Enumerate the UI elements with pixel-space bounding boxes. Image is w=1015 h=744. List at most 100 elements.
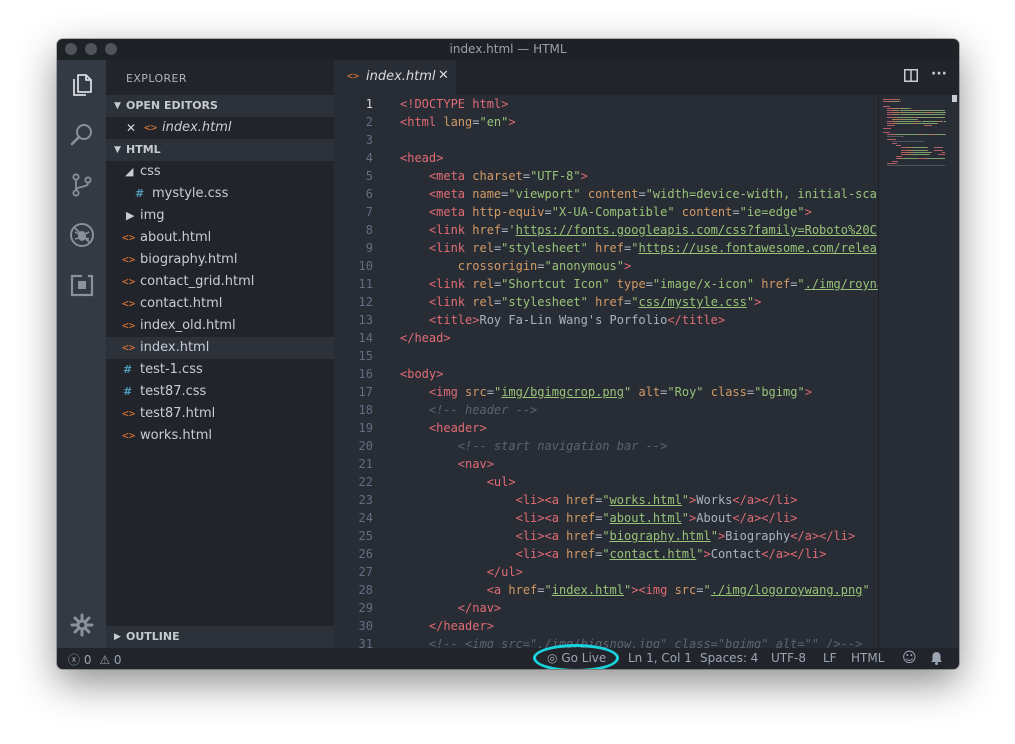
tree-item-test87-html[interactable]: <> test87.html (106, 403, 334, 425)
tree-folder-img[interactable]: ▶ img (106, 205, 334, 227)
code-token: content (580, 187, 639, 201)
code-token: </nav> (457, 601, 502, 615)
cursor-position[interactable]: Ln 1, Col 1 (628, 651, 692, 665)
minimap-line (887, 162, 898, 164)
split-editor-icon[interactable] (904, 69, 918, 86)
editor-scrollbar[interactable] (951, 95, 959, 648)
code-token: charset (465, 169, 523, 183)
code-line: <!-- header --> (400, 401, 878, 419)
code-line: <title>Roy Fa-Lin Wang's Porfolio</title… (400, 311, 878, 329)
scrollbar-thumb[interactable] (952, 95, 957, 102)
folder-header-html[interactable]: ▼ HTML (106, 139, 334, 161)
html-file-icon: <> (122, 253, 136, 266)
code-token: "Shortcut Icon" (501, 277, 610, 291)
code-token: <meta (428, 169, 466, 183)
code-token: </header> (428, 619, 494, 633)
line-number: 27 (358, 565, 373, 579)
code-token: = (696, 583, 704, 597)
source-control-icon[interactable] (69, 172, 95, 198)
extensions-icon[interactable] (69, 272, 95, 298)
code-line: <html lang="en"> (400, 113, 878, 131)
code-line: </header> (400, 617, 878, 635)
code-token: alt (631, 385, 661, 399)
code-token: href (754, 277, 791, 291)
tree-item-index-old-html[interactable]: <> index_old.html (106, 315, 334, 337)
tree-item-contact-grid-html[interactable]: <> contact_grid.html (106, 271, 334, 293)
minimap-line (892, 107, 902, 109)
code-token: img/bgimgcrop.png (501, 385, 625, 399)
files-icon[interactable] (69, 72, 95, 98)
line-number: 29 (358, 601, 373, 615)
minimap-line (934, 112, 945, 114)
debug-icon[interactable] (69, 222, 95, 248)
code-token: = (645, 277, 653, 291)
code-token: <meta (428, 187, 466, 201)
code-token: " (602, 529, 610, 543)
code-token: "ie=edge" (739, 205, 805, 219)
tab-index-html[interactable]: <> index.html ✕ (334, 60, 456, 95)
encoding-setting[interactable]: UTF-8 (771, 651, 806, 665)
editor-tab-bar: <> index.html ✕ ··· (334, 60, 959, 95)
open-editors-header[interactable]: ▼ OPEN EDITORS (106, 95, 334, 117)
open-editor-item[interactable]: ✕ <> index.html (106, 117, 334, 139)
line-number: 6 (365, 187, 373, 201)
tree-item-test87-css[interactable]: # test87.css (106, 381, 334, 403)
html-file-icon: <> (122, 341, 136, 354)
code-token: "Roy" (667, 385, 704, 399)
tree-item-works-html[interactable]: <> works.html (106, 425, 334, 447)
code-token: biography.html (609, 529, 711, 543)
tree-item-test-1-css[interactable]: # test-1.css (106, 359, 334, 381)
tree-item-label: works.html (140, 428, 212, 443)
code-token: </a></li> (761, 547, 827, 561)
indentation-setting[interactable]: Spaces: 4 (700, 651, 758, 665)
code-token: " (602, 493, 610, 507)
language-mode[interactable]: HTML (851, 651, 884, 665)
search-icon[interactable] (69, 122, 95, 148)
minimap[interactable] (878, 95, 952, 648)
tree-item-mystyle-css[interactable]: # mystyle.css (106, 183, 334, 205)
tree-item-about-html[interactable]: <> about.html (106, 227, 334, 249)
notifications-bell-icon[interactable] (930, 651, 943, 668)
code-token: rel (465, 277, 494, 291)
gear-icon[interactable] (69, 612, 95, 638)
code-line: crossorigin="anonymous"> (400, 257, 878, 275)
minimap-line (898, 134, 918, 136)
close-icon[interactable]: ✕ (126, 117, 136, 139)
problems-indicator[interactable]: ⓧ 0 ⚠ 0 (68, 651, 122, 668)
code-token: content (674, 205, 733, 219)
code-token: Roy Fa-Lin Wang's Porfolio (479, 313, 668, 327)
tree-item-label: test87.css (140, 384, 207, 399)
code-token: <img (428, 385, 458, 399)
close-icon[interactable]: ✕ (438, 68, 449, 83)
outline-header[interactable]: ▶ OUTLINE (106, 626, 334, 648)
chevron-down-icon: ◢ (125, 165, 134, 178)
more-actions-icon[interactable]: ··· (931, 66, 947, 82)
go-live-button[interactable]: ◎ Go Live (547, 651, 606, 665)
code-area[interactable]: <!DOCTYPE html> <html lang="en"> <head> <m… (400, 95, 878, 648)
minimap-line (936, 123, 938, 125)
code-token: src (667, 583, 697, 597)
tree-folder-css[interactable]: ◢ css (106, 161, 334, 183)
feedback-smiley-icon[interactable]: ☺ (902, 650, 917, 666)
zoom-window-button[interactable] (105, 43, 117, 55)
code-token: = (638, 187, 646, 201)
code-line: <link rel="Shortcut Icon" type="image/x-… (400, 275, 878, 293)
code-token: = (522, 169, 531, 183)
tree-item-contact-html[interactable]: <> contact.html (106, 293, 334, 315)
minimap-line (929, 134, 936, 136)
eol-setting[interactable]: LF (823, 651, 837, 665)
code-editor[interactable]: 1 2 3 4 5 6 7 8 9 10 11 12 13 14 15 16 17 18 19 20 21 22 23 24 2… (334, 95, 959, 648)
tree-item-biography-html[interactable]: <> biography.html (106, 249, 334, 271)
code-token: " (544, 583, 552, 597)
close-window-button[interactable] (65, 43, 77, 55)
code-token: " (681, 511, 690, 525)
tree-item-index-html[interactable]: <> index.html (106, 337, 334, 359)
status-bar: ⓧ 0 ⚠ 0 ◎ Go Live Ln 1, Col 1 Spaces: 4 … (57, 644, 959, 669)
minimize-window-button[interactable] (85, 43, 97, 55)
line-number: 31 (358, 637, 373, 648)
html-file-icon: <> (347, 71, 360, 82)
